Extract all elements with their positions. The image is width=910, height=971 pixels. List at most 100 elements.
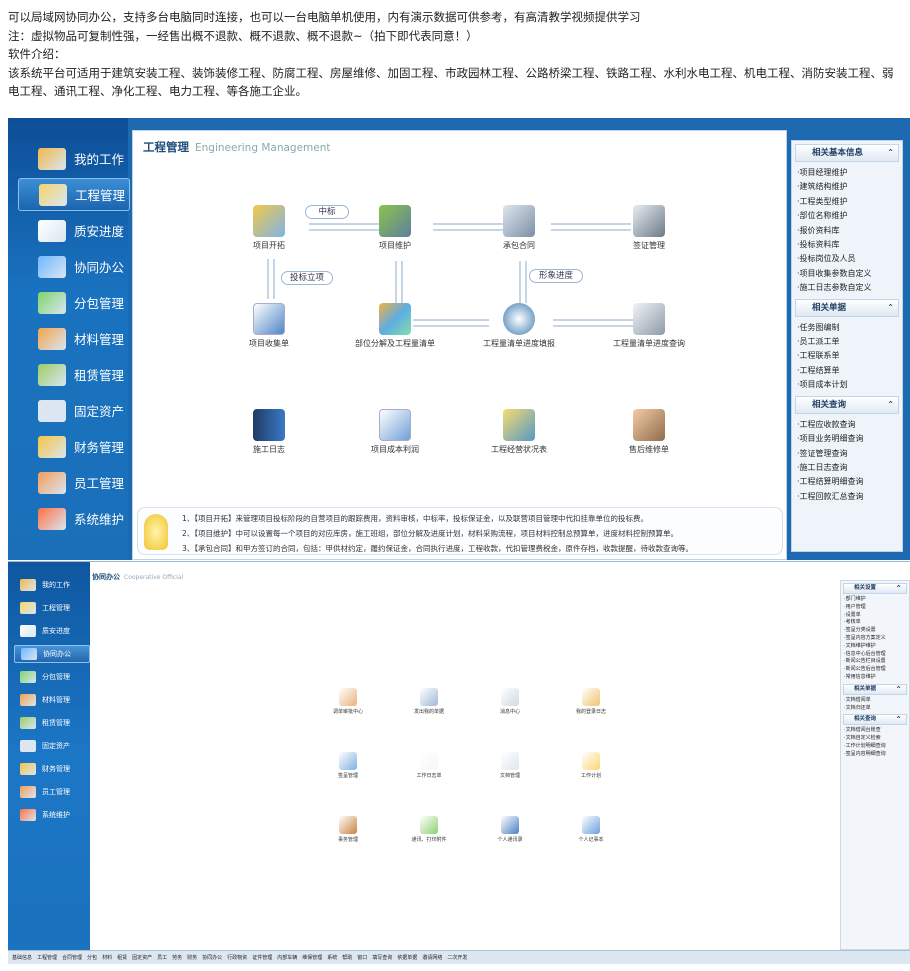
panel-link[interactable]: ·文档归还单: [841, 705, 909, 713]
taskbar-item[interactable]: 依据单据: [397, 954, 417, 961]
panel-link[interactable]: ·工程类型维护: [792, 195, 902, 209]
panel-link[interactable]: ·任务图编制: [792, 321, 902, 335]
taskbar-item[interactable]: 工程管理: [37, 954, 57, 961]
panel-link[interactable]: ·签呈内容方案定义: [841, 635, 909, 643]
sidebar-item[interactable]: 固定资产: [14, 737, 90, 755]
node-breakdown[interactable]: 部位分解及工程量清单: [355, 303, 435, 349]
sidebar-item[interactable]: 我的工作: [14, 576, 90, 594]
office-item[interactable]: 我的登录日志: [561, 688, 621, 715]
office-item[interactable]: 发出我的单据: [399, 688, 459, 715]
panel-link[interactable]: ·签证管理查询: [792, 447, 902, 461]
panel-link[interactable]: ·员工派工单: [792, 335, 902, 349]
panel-link[interactable]: ·工程应收款查询: [792, 418, 902, 432]
panel-link[interactable]: ·新闻公告栏目设置: [841, 658, 909, 666]
sidebar-item[interactable]: 材料管理: [14, 691, 90, 709]
taskbar-item[interactable]: 劳务: [172, 954, 182, 961]
office-item[interactable]: 工作日志单: [399, 752, 459, 779]
node-progress-fill[interactable]: 工程量清单进度填报: [479, 303, 559, 349]
taskbar-item[interactable]: 二次开发: [447, 954, 467, 961]
panel-link[interactable]: ·建筑结构维护: [792, 180, 902, 194]
panel-link[interactable]: ·施工日志参数自定义: [792, 281, 902, 295]
panel-link[interactable]: ·工程结算单: [792, 364, 902, 378]
panel-link[interactable]: ·常用信息维护: [841, 674, 909, 682]
taskbar-item[interactable]: 内部车辆: [277, 954, 297, 961]
sidebar-item[interactable]: 分包管理: [18, 286, 130, 319]
office-item[interactable]: 消息中心: [480, 688, 540, 715]
sidebar-item[interactable]: 我的工作: [18, 142, 130, 175]
taskbar-item[interactable]: 系统: [327, 954, 337, 961]
sidebar-item[interactable]: 租赁管理: [14, 714, 90, 732]
collapse-icon[interactable]: ⌃: [887, 145, 894, 161]
panel-link[interactable]: ·施工日志查询: [792, 461, 902, 475]
collapse-icon[interactable]: ⌃: [887, 397, 894, 413]
sidebar-item[interactable]: 财务管理: [14, 760, 90, 778]
sidebar-item[interactable]: 系统维护: [14, 806, 90, 824]
panel-header[interactable]: 相关单据 ⌃: [795, 298, 899, 317]
panel-link[interactable]: ·文档自定义检索: [841, 735, 909, 743]
panel-link[interactable]: ·投标资料库: [792, 238, 902, 252]
panel-link[interactable]: ·投标岗位及人员: [792, 252, 902, 266]
node-collect[interactable]: 项目收集单: [229, 303, 309, 349]
node-progress-query[interactable]: 工程量清单进度查询: [609, 303, 689, 349]
taskbar-item[interactable]: 材料: [102, 954, 112, 961]
collapse-icon[interactable]: ⌃: [895, 715, 902, 724]
node-daily-log[interactable]: 施工日志: [229, 409, 309, 455]
panel-link[interactable]: ·报价资料库: [792, 224, 902, 238]
taskbar-item[interactable]: 财务: [187, 954, 197, 961]
sidebar-item[interactable]: 协同办公: [14, 645, 90, 663]
sidebar-item[interactable]: 分包管理: [14, 668, 90, 686]
office-item[interactable]: 通讯、打印附件: [399, 816, 459, 843]
taskbar-item[interactable]: 分包: [87, 954, 97, 961]
node-visa[interactable]: 签证管理: [609, 205, 689, 251]
panel-link[interactable]: ·项目收集参数自定义: [792, 267, 902, 281]
sidebar-item[interactable]: 租赁管理: [18, 358, 130, 391]
panel-link[interactable]: ·工作计划明细查询: [841, 743, 909, 751]
sidebar-item[interactable]: 材料管理: [18, 322, 130, 355]
panel-link[interactable]: ·工程回款汇总查询: [792, 490, 902, 504]
taskbar-item[interactable]: 员工: [157, 954, 167, 961]
node-cost-profit[interactable]: 项目成本利润: [355, 409, 435, 455]
node-business-status[interactable]: 工程经营状况表: [479, 409, 559, 455]
sidebar-item[interactable]: 系统维护: [18, 502, 130, 535]
taskbar-item[interactable]: 基础信息: [12, 954, 32, 961]
office-item[interactable]: 签呈管理: [318, 752, 378, 779]
sidebar-item[interactable]: 工程管理: [14, 599, 90, 617]
panel-header[interactable]: 相关查询 ⌃: [843, 714, 907, 726]
taskbar-item[interactable]: 填写查询: [372, 954, 392, 961]
office-item[interactable]: 工作计划: [561, 752, 621, 779]
sidebar-item[interactable]: 固定资产: [18, 394, 130, 427]
node-after-sales[interactable]: 售后维修单: [609, 409, 689, 455]
collapse-icon[interactable]: ⌃: [887, 300, 894, 316]
collapse-icon[interactable]: ⌃: [895, 584, 902, 593]
panel-link[interactable]: ·文档维护维护: [841, 643, 909, 651]
panel-link[interactable]: ·工程结算明细查询: [792, 475, 902, 489]
panel-link[interactable]: ·项目经理维护: [792, 166, 902, 180]
panel-link[interactable]: ·新闻公告后台管理: [841, 666, 909, 674]
panel-link[interactable]: ·签呈内容明细查询: [841, 751, 909, 759]
office-item[interactable]: 个人记事本: [561, 816, 621, 843]
sidebar-item[interactable]: 质安进度: [14, 622, 90, 640]
sidebar-item[interactable]: 协同办公: [18, 250, 130, 283]
panel-link[interactable]: ·用户管理: [841, 604, 909, 612]
taskbar-item[interactable]: 租赁: [117, 954, 127, 961]
taskbar-item[interactable]: 邀请网络: [422, 954, 442, 961]
panel-link[interactable]: ·工程联系单: [792, 349, 902, 363]
office-item[interactable]: 个人通讯录: [480, 816, 540, 843]
taskbar-item[interactable]: 维保管理: [302, 954, 322, 961]
taskbar-item[interactable]: 固定资产: [132, 954, 152, 961]
office-item[interactable]: 调单审批中心: [318, 688, 378, 715]
taskbar-item[interactable]: 协同办公: [202, 954, 222, 961]
panel-link[interactable]: ·项目成本计划: [792, 378, 902, 392]
panel-header[interactable]: 相关单据 ⌃: [843, 683, 907, 695]
panel-link[interactable]: ·项目业务明细查询: [792, 432, 902, 446]
taskbar-item[interactable]: 帮助: [342, 954, 352, 961]
node-project-maintain[interactable]: 项目维护: [355, 205, 435, 251]
taskbar-item[interactable]: 证件管理: [252, 954, 272, 961]
sidebar-item[interactable]: 员工管理: [14, 783, 90, 801]
panel-link[interactable]: ·部位名称维护: [792, 209, 902, 223]
panel-header[interactable]: 相关查询 ⌃: [795, 395, 899, 414]
panel-link[interactable]: ·签呈分类设置: [841, 627, 909, 635]
panel-link[interactable]: ·部门维护: [841, 596, 909, 604]
node-project-expand[interactable]: 项目开拓: [229, 205, 309, 251]
taskbar-item[interactable]: 合同管理: [62, 954, 82, 961]
